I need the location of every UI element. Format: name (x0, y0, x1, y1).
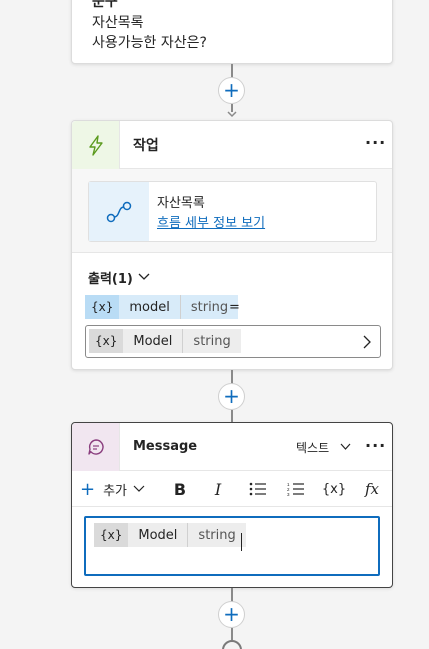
flow-name: 자산목록 (157, 196, 205, 211)
add-node-button[interactable]: + (218, 383, 245, 410)
variable-icon: {x} (89, 329, 124, 353)
italic-button[interactable]: I (206, 477, 230, 501)
assigned-variable-type: string (182, 329, 240, 353)
action-node-icon-box (72, 121, 120, 169)
lightning-icon (89, 135, 103, 156)
svg-text:3: 3 (287, 492, 290, 496)
question-text: 사용가능한 자산은? (92, 35, 207, 51)
bullet-list-icon (249, 482, 266, 496)
variable-icon: {x} (85, 295, 120, 319)
chevron-down-icon[interactable] (340, 443, 351, 451)
message-node-title: Message (133, 439, 198, 454)
numbered-list-button[interactable]: 1 2 3 (284, 477, 308, 501)
connector-line (231, 628, 233, 640)
message-node-card[interactable]: Message 텍스트 ··· + 추가 B I 1 2 3 {x} fx {x… (71, 422, 393, 588)
assigned-variable-name: Model (133, 333, 173, 349)
text-caret (241, 533, 242, 551)
message-node-header: Message 텍스트 ··· (72, 423, 392, 471)
message-variable-name: Model (138, 527, 178, 543)
assigned-variable-select[interactable]: {x} Model string (85, 325, 381, 358)
message-toolbar: + 추가 B I 1 2 3 {x} fx (72, 471, 392, 507)
more-icon[interactable]: ··· (365, 133, 386, 152)
add-content-button[interactable]: + 추가 (80, 477, 154, 501)
add-node-button[interactable]: + (218, 601, 245, 628)
add-node-button[interactable]: + (218, 77, 245, 104)
add-icon: + (223, 384, 240, 408)
flow-details-link[interactable]: 흐름 세부 정보 보기 (157, 212, 265, 231)
question-node-title: 문구 (92, 0, 118, 10)
flow-reference: 자산목록 흐름 세부 정보 보기 (88, 181, 377, 242)
flow-icon (106, 201, 132, 223)
message-text-editor[interactable]: {x} Model string (84, 516, 380, 576)
chevron-down-icon[interactable] (138, 272, 150, 282)
bullet-list-button[interactable] (246, 477, 270, 501)
more-icon[interactable]: ··· (365, 436, 386, 455)
chevron-right-icon (363, 335, 371, 349)
action-node-card[interactable]: 작업 ··· 자산목록 흐름 세부 정보 보기 출력(1) {x} model (71, 120, 393, 370)
add-icon: + (80, 478, 96, 500)
connector-line (231, 370, 233, 384)
insert-formula-button[interactable]: fx (360, 477, 384, 501)
connector-line (231, 64, 233, 78)
add-icon: + (223, 602, 240, 626)
chevron-down-icon (133, 485, 145, 492)
action-node-body: 자산목록 흐름 세부 정보 보기 (72, 169, 392, 253)
add-icon: + (223, 78, 240, 102)
bold-button[interactable]: B (168, 477, 192, 501)
question-node-card[interactable]: 문구 자산목록 사용가능한 자산은? (71, 0, 393, 64)
connector-line (231, 588, 233, 602)
assignment-equals: = (229, 300, 240, 315)
connector-line (231, 410, 233, 422)
message-variable-chip: {x} Model string (94, 523, 246, 547)
action-node-header: 작업 ··· (72, 121, 392, 169)
arrow-down-icon (227, 111, 237, 118)
message-node-icon-box (72, 423, 120, 471)
flow-icon-box (89, 182, 149, 241)
output-variable-chip: {x} model string (85, 295, 239, 319)
action-node-title: 작업 (133, 138, 159, 154)
add-content-label: 추가 (103, 483, 128, 499)
end-node-marker (222, 640, 242, 649)
variable-icon: {x} (94, 523, 129, 547)
insert-variable-button[interactable]: {x} (322, 477, 346, 501)
assigned-variable-chip: {x} Model string (89, 329, 241, 353)
message-variable-type: string (187, 523, 245, 547)
outputs-toggle[interactable]: 출력(1) (88, 268, 133, 287)
message-type-select[interactable]: 텍스트 (296, 439, 329, 456)
authoring-canvas: 문구 자산목록 사용가능한 자산은? + 작업 ··· 자산목록 흐름 세부 정… (0, 0, 429, 649)
output-variable-name: model (129, 299, 170, 315)
numbered-list-icon: 1 2 3 (287, 482, 304, 496)
question-variable-name: 자산목록 (92, 15, 144, 31)
chat-bubble-icon (88, 439, 104, 455)
